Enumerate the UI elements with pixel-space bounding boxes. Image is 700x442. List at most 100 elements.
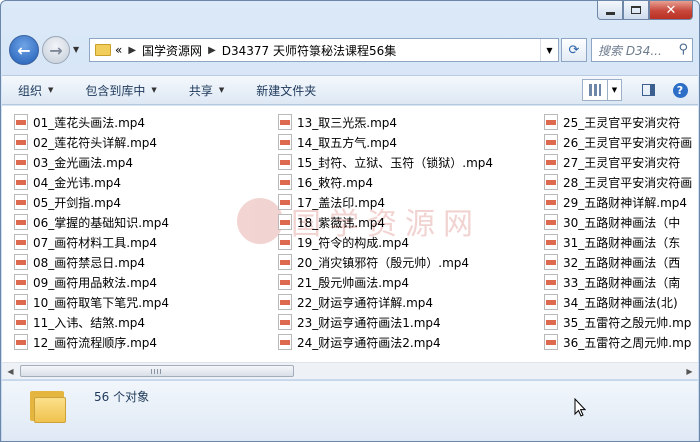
file-name: 17_盖法印.mp4 xyxy=(297,195,386,210)
file-item[interactable]: 20_消灾镇邪符（殷元帅）.mp4 xyxy=(278,252,493,272)
file-item[interactable]: 29_五路财神详解.mp4 xyxy=(544,192,692,212)
horizontal-scrollbar[interactable]: ◀ ▶ xyxy=(2,362,698,379)
mp4-file-icon xyxy=(14,174,28,190)
file-item[interactable]: 16_敕符.mp4 xyxy=(278,172,493,192)
mp4-file-icon xyxy=(14,274,28,290)
mp4-file-icon xyxy=(14,134,28,150)
file-item[interactable]: 22_财运亨通符详解.mp4 xyxy=(278,292,493,312)
grip-icon xyxy=(151,369,161,374)
file-item[interactable]: 14_取五方气.mp4 xyxy=(278,132,493,152)
file-name: 08_画符禁忌日.mp4 xyxy=(33,255,146,270)
help-button[interactable]: ? xyxy=(670,79,690,101)
file-item[interactable]: 31_五路财神画法（东 xyxy=(544,232,692,252)
share-label: 共享 xyxy=(188,83,213,98)
view-options-dropdown[interactable]: ▼ xyxy=(608,79,622,101)
mp4-file-icon xyxy=(544,154,558,170)
file-name: 31_五路财神画法（东 xyxy=(563,235,681,250)
organize-label: 组织 xyxy=(18,83,43,98)
scroll-left-button[interactable]: ◀ xyxy=(2,363,19,379)
chevron-down-icon: ▼ xyxy=(48,86,54,94)
file-name: 02_莲花符头详解.mp4 xyxy=(33,135,158,150)
scroll-right-button[interactable]: ▶ xyxy=(681,363,698,379)
mp4-file-icon xyxy=(14,314,28,330)
maximize-button[interactable] xyxy=(623,1,649,20)
file-name: 22_财运亨通符详解.mp4 xyxy=(297,295,434,310)
file-item[interactable]: 23_财运亨通符画法1.mp4 xyxy=(278,312,493,332)
file-item[interactable]: 05_开剑指.mp4 xyxy=(14,192,169,212)
mp4-file-icon xyxy=(544,334,558,350)
file-item[interactable]: 12_画符流程顺序.mp4 xyxy=(14,332,169,352)
recent-pages-dropdown[interactable]: ▼ xyxy=(73,45,79,54)
file-item[interactable]: 21_殷元帅画法.mp4 xyxy=(278,272,493,292)
file-item[interactable]: 25_王灵官平安消灾符 xyxy=(544,112,692,132)
file-name: 27_王灵官平安消灾符 xyxy=(563,155,681,170)
back-button[interactable]: ← xyxy=(9,35,39,65)
search-box[interactable]: 搜索 D34... ⚲ xyxy=(591,38,693,62)
scroll-thumb[interactable] xyxy=(20,365,294,377)
breadcrumb-separator-icon[interactable]: ▶ xyxy=(208,45,216,56)
file-column: 13_取三光炁.mp4 14_取五方气.mp4 15_封符、立狱、玉符（锁狱）.mp… xyxy=(278,112,493,352)
back-arrow-icon: ← xyxy=(17,40,31,60)
file-item[interactable]: 36_五雷符之周元帅.mp xyxy=(544,332,692,352)
chevron-right-icon: ▶ xyxy=(686,366,693,376)
close-button[interactable]: ✕ xyxy=(649,1,693,20)
file-item[interactable]: 17_盖法印.mp4 xyxy=(278,192,493,212)
search-input[interactable]: 搜索 D34... xyxy=(598,42,662,59)
file-item[interactable]: 34_五路财神画法(北) xyxy=(544,292,692,312)
file-item[interactable]: 24_财运亨通符画法2.mp4 xyxy=(278,332,493,352)
file-item[interactable]: 32_五路财神画法（西 xyxy=(544,252,692,272)
folder-icon xyxy=(28,389,68,425)
preview-pane-button[interactable] xyxy=(636,79,660,101)
mp4-file-icon xyxy=(544,274,558,290)
file-item[interactable]: 04_金光讳.mp4 xyxy=(14,172,169,192)
list-view-icon xyxy=(589,84,601,96)
breadcrumb-overflow[interactable]: « xyxy=(115,43,122,57)
share-menu[interactable]: 共享 ▼ xyxy=(189,82,224,99)
address-dropdown-button[interactable]: ▼ xyxy=(540,39,558,61)
mp4-file-icon xyxy=(278,274,292,290)
breadcrumb-separator-icon[interactable]: ▶ xyxy=(128,45,136,56)
file-item[interactable]: 33_五路财神画法（南 xyxy=(544,272,692,292)
file-item[interactable]: 15_封符、立狱、玉符（锁狱）.mp4 xyxy=(278,152,493,172)
include-in-library-menu[interactable]: 包含到库中 ▼ xyxy=(85,82,156,99)
search-icon: ⚲ xyxy=(678,42,688,57)
item-count: 56 个对象 xyxy=(94,390,150,404)
file-item[interactable]: 28_王灵官平安消灾符画 xyxy=(544,172,692,192)
new-folder-button[interactable]: 新建文件夹 xyxy=(256,82,316,99)
breadcrumb-item[interactable]: 国学资源网 xyxy=(142,42,202,59)
file-item[interactable]: 13_取三光炁.mp4 xyxy=(278,112,493,132)
folder-icon xyxy=(95,44,111,56)
mp4-file-icon xyxy=(14,214,28,230)
file-item[interactable]: 03_金光画法.mp4 xyxy=(14,152,169,172)
file-item[interactable]: 08_画符禁忌日.mp4 xyxy=(14,252,169,272)
file-item[interactable]: 06_掌握的基础知识.mp4 xyxy=(14,212,169,232)
organize-menu[interactable]: 组织 ▼ xyxy=(18,82,53,99)
breadcrumb-item-current[interactable]: D34377 天师符箓秘法课程56集 xyxy=(222,42,397,59)
file-item[interactable]: 11_入讳、结煞.mp4 xyxy=(14,312,169,332)
change-view-button[interactable] xyxy=(582,79,608,101)
file-name: 14_取五方气.mp4 xyxy=(297,135,398,150)
file-name: 24_财运亨通符画法2.mp4 xyxy=(297,335,441,350)
file-name: 32_五路财神画法（西 xyxy=(563,255,681,270)
file-item[interactable]: 35_五雷符之殷元帅.mp xyxy=(544,312,692,332)
mp4-file-icon xyxy=(14,234,28,250)
forward-button[interactable]: → xyxy=(42,36,70,64)
forward-arrow-icon: → xyxy=(49,40,63,60)
minimize-button[interactable] xyxy=(597,1,623,20)
file-item[interactable]: 27_王灵官平安消灾符 xyxy=(544,152,692,172)
file-name: 01_莲花头画法.mp4 xyxy=(33,115,146,130)
mp4-file-icon xyxy=(278,294,292,310)
refresh-button[interactable]: ⟳ xyxy=(561,38,587,62)
file-item[interactable]: 26_王灵官平安消灾符画 xyxy=(544,132,692,152)
file-item[interactable]: 19_符令的构成.mp4 xyxy=(278,232,493,252)
file-item[interactable]: 10_画符取笔下笔咒.mp4 xyxy=(14,292,169,312)
file-item[interactable]: 18_紫薇讳.mp4 xyxy=(278,212,493,232)
file-column: 01_莲花头画法.mp4 02_莲花符头详解.mp4 03_金光画法.mp4 04_金… xyxy=(14,112,169,352)
file-item[interactable]: 30_五路财神画法（中 xyxy=(544,212,692,232)
address-bar[interactable]: « ▶ 国学资源网 ▶ D34377 天师符箓秘法课程56集 ▼ xyxy=(89,38,559,62)
mp4-file-icon xyxy=(278,334,292,350)
file-item[interactable]: 01_莲花头画法.mp4 xyxy=(14,112,169,132)
file-item[interactable]: 02_莲花符头详解.mp4 xyxy=(14,132,169,152)
file-item[interactable]: 07_画符材料工具.mp4 xyxy=(14,232,169,252)
file-item[interactable]: 09_画符用品敕法.mp4 xyxy=(14,272,169,292)
